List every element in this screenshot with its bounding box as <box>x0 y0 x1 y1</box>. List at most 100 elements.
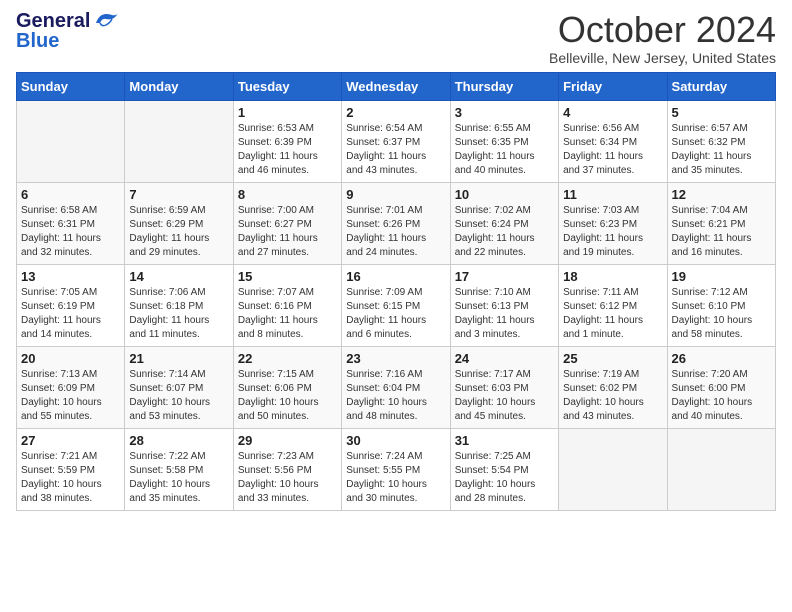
location: Belleville, New Jersey, United States <box>549 50 776 66</box>
week-row-5: 27 Sunrise: 7:21 AM Sunset: 5:59 PM Dayli… <box>17 428 776 510</box>
day-number: 7 <box>129 187 228 202</box>
calendar-table: SundayMondayTuesdayWednesdayThursdayFrid… <box>16 72 776 511</box>
week-row-2: 6 Sunrise: 6:58 AM Sunset: 6:31 PM Daylig… <box>17 182 776 264</box>
day-info: Sunrise: 7:23 AM Sunset: 5:56 PM Dayligh… <box>238 450 337 506</box>
day-info: Sunrise: 7:15 AM Sunset: 6:06 PM Dayligh… <box>238 368 337 424</box>
calendar-cell: 13 Sunrise: 7:05 AM Sunset: 6:19 PM Dayli… <box>17 264 125 346</box>
day-number: 14 <box>129 269 228 284</box>
day-info: Sunrise: 7:12 AM Sunset: 6:10 PM Dayligh… <box>672 286 771 342</box>
day-info: Sunrise: 7:17 AM Sunset: 6:03 PM Dayligh… <box>455 368 554 424</box>
calendar-cell: 12 Sunrise: 7:04 AM Sunset: 6:21 PM Dayli… <box>667 182 775 264</box>
day-header-friday: Friday <box>559 72 667 100</box>
day-info: Sunrise: 7:05 AM Sunset: 6:19 PM Dayligh… <box>21 286 120 342</box>
day-number: 5 <box>672 105 771 120</box>
day-header-saturday: Saturday <box>667 72 775 100</box>
week-row-3: 13 Sunrise: 7:05 AM Sunset: 6:19 PM Dayli… <box>17 264 776 346</box>
day-number: 27 <box>21 433 120 448</box>
calendar-cell: 18 Sunrise: 7:11 AM Sunset: 6:12 PM Dayli… <box>559 264 667 346</box>
day-header-monday: Monday <box>125 72 233 100</box>
day-info: Sunrise: 7:16 AM Sunset: 6:04 PM Dayligh… <box>346 368 445 424</box>
day-header-thursday: Thursday <box>450 72 558 100</box>
day-number: 26 <box>672 351 771 366</box>
day-info: Sunrise: 6:53 AM Sunset: 6:39 PM Dayligh… <box>238 122 337 178</box>
day-info: Sunrise: 7:00 AM Sunset: 6:27 PM Dayligh… <box>238 204 337 260</box>
day-number: 28 <box>129 433 228 448</box>
day-number: 11 <box>563 187 662 202</box>
day-header-tuesday: Tuesday <box>233 72 341 100</box>
calendar-cell: 20Sunrise: 7:13 AM Sunset: 6:09 PM Dayli… <box>17 346 125 428</box>
calendar-cell: 23 Sunrise: 7:16 AM Sunset: 6:04 PM Dayli… <box>342 346 450 428</box>
day-info: Sunrise: 6:59 AM Sunset: 6:29 PM Dayligh… <box>129 204 228 260</box>
header-row: SundayMondayTuesdayWednesdayThursdayFrid… <box>17 72 776 100</box>
calendar-cell: 7 Sunrise: 6:59 AM Sunset: 6:29 PM Daylig… <box>125 182 233 264</box>
day-number: 19 <box>672 269 771 284</box>
day-number: 6 <box>21 187 120 202</box>
day-info: Sunrise: 7:02 AM Sunset: 6:24 PM Dayligh… <box>455 204 554 260</box>
day-info: Sunrise: 7:04 AM Sunset: 6:21 PM Dayligh… <box>672 204 771 260</box>
calendar-cell: 27 Sunrise: 7:21 AM Sunset: 5:59 PM Dayli… <box>17 428 125 510</box>
day-number: 4 <box>563 105 662 120</box>
day-info: Sunrise: 7:10 AM Sunset: 6:13 PM Dayligh… <box>455 286 554 342</box>
day-info: Sunrise: 7:06 AM Sunset: 6:18 PM Dayligh… <box>129 286 228 342</box>
calendar-cell <box>559 428 667 510</box>
day-info: Sunrise: 6:55 AM Sunset: 6:35 PM Dayligh… <box>455 122 554 178</box>
day-number: 15 <box>238 269 337 284</box>
calendar-cell: 31Sunrise: 7:25 AM Sunset: 5:54 PM Dayli… <box>450 428 558 510</box>
calendar-cell: 2Sunrise: 6:54 AM Sunset: 6:37 PM Daylig… <box>342 100 450 182</box>
calendar-cell: 9Sunrise: 7:01 AM Sunset: 6:26 PM Daylig… <box>342 182 450 264</box>
logo-text-general: General <box>16 10 90 32</box>
day-info: Sunrise: 7:11 AM Sunset: 6:12 PM Dayligh… <box>563 286 662 342</box>
day-number: 22 <box>238 351 337 366</box>
day-info: Sunrise: 7:14 AM Sunset: 6:07 PM Dayligh… <box>129 368 228 424</box>
logo-bird-icon <box>92 9 120 31</box>
calendar-cell: 3Sunrise: 6:55 AM Sunset: 6:35 PM Daylig… <box>450 100 558 182</box>
day-number: 24 <box>455 351 554 366</box>
day-number: 8 <box>238 187 337 202</box>
calendar-cell: 16 Sunrise: 7:09 AM Sunset: 6:15 PM Dayli… <box>342 264 450 346</box>
day-info: Sunrise: 6:57 AM Sunset: 6:32 PM Dayligh… <box>672 122 771 178</box>
day-info: Sunrise: 6:58 AM Sunset: 6:31 PM Dayligh… <box>21 204 120 260</box>
header: General Blue October 2024 Belleville, Ne… <box>16 10 776 66</box>
day-number: 16 <box>346 269 445 284</box>
day-header-sunday: Sunday <box>17 72 125 100</box>
day-info: Sunrise: 7:21 AM Sunset: 5:59 PM Dayligh… <box>21 450 120 506</box>
calendar-cell: 1Sunrise: 6:53 AM Sunset: 6:39 PM Daylig… <box>233 100 341 182</box>
day-info: Sunrise: 7:19 AM Sunset: 6:02 PM Dayligh… <box>563 368 662 424</box>
title-block: October 2024 Belleville, New Jersey, Uni… <box>549 10 776 66</box>
day-info: Sunrise: 7:25 AM Sunset: 5:54 PM Dayligh… <box>455 450 554 506</box>
calendar-cell: 11 Sunrise: 7:03 AM Sunset: 6:23 PM Dayli… <box>559 182 667 264</box>
day-number: 20 <box>21 351 120 366</box>
day-info: Sunrise: 7:07 AM Sunset: 6:16 PM Dayligh… <box>238 286 337 342</box>
calendar-cell: 29 Sunrise: 7:23 AM Sunset: 5:56 PM Dayli… <box>233 428 341 510</box>
calendar-cell: 25 Sunrise: 7:19 AM Sunset: 6:02 PM Dayli… <box>559 346 667 428</box>
day-number: 29 <box>238 433 337 448</box>
calendar-cell: 6 Sunrise: 6:58 AM Sunset: 6:31 PM Daylig… <box>17 182 125 264</box>
day-info: Sunrise: 6:56 AM Sunset: 6:34 PM Dayligh… <box>563 122 662 178</box>
calendar-cell <box>667 428 775 510</box>
day-number: 12 <box>672 187 771 202</box>
day-number: 18 <box>563 269 662 284</box>
calendar-cell: 22 Sunrise: 7:15 AM Sunset: 6:06 PM Dayli… <box>233 346 341 428</box>
day-number: 10 <box>455 187 554 202</box>
day-number: 17 <box>455 269 554 284</box>
week-row-4: 20Sunrise: 7:13 AM Sunset: 6:09 PM Dayli… <box>17 346 776 428</box>
day-info: Sunrise: 7:09 AM Sunset: 6:15 PM Dayligh… <box>346 286 445 342</box>
month-title: October 2024 <box>549 10 776 50</box>
calendar-cell: 24 Sunrise: 7:17 AM Sunset: 6:03 PM Dayli… <box>450 346 558 428</box>
day-info: Sunrise: 7:03 AM Sunset: 6:23 PM Dayligh… <box>563 204 662 260</box>
calendar-cell: 19 Sunrise: 7:12 AM Sunset: 6:10 PM Dayli… <box>667 264 775 346</box>
day-number: 13 <box>21 269 120 284</box>
day-info: Sunrise: 7:22 AM Sunset: 5:58 PM Dayligh… <box>129 450 228 506</box>
day-number: 25 <box>563 351 662 366</box>
calendar-cell: 15 Sunrise: 7:07 AM Sunset: 6:16 PM Dayli… <box>233 264 341 346</box>
day-header-wednesday: Wednesday <box>342 72 450 100</box>
calendar-cell <box>125 100 233 182</box>
calendar-cell: 4 Sunrise: 6:56 AM Sunset: 6:34 PM Daylig… <box>559 100 667 182</box>
day-number: 23 <box>346 351 445 366</box>
day-number: 30 <box>346 433 445 448</box>
calendar-cell: 21Sunrise: 7:14 AM Sunset: 6:07 PM Dayli… <box>125 346 233 428</box>
calendar-cell: 14 Sunrise: 7:06 AM Sunset: 6:18 PM Dayli… <box>125 264 233 346</box>
calendar-cell: 26Sunrise: 7:20 AM Sunset: 6:00 PM Dayli… <box>667 346 775 428</box>
day-number: 2 <box>346 105 445 120</box>
day-info: Sunrise: 7:01 AM Sunset: 6:26 PM Dayligh… <box>346 204 445 260</box>
